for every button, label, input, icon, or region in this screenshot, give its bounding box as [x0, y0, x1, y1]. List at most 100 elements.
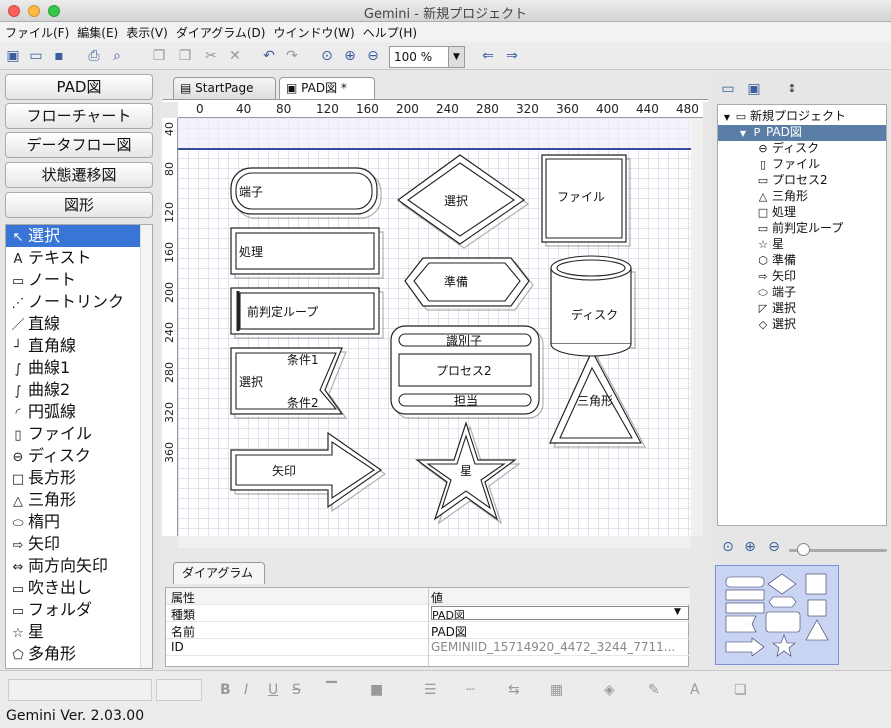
zoom-in-icon[interactable]: ⊕ [741, 538, 759, 556]
zoom-select[interactable]: 100 % ▼ [389, 46, 465, 68]
menu-view[interactable]: 表示(V) [121, 22, 171, 41]
chevron-down-icon[interactable]: ▼ [720, 110, 734, 125]
tool-list-scrollbar[interactable] [140, 225, 152, 668]
zoom-out-icon[interactable]: ⊖ [765, 538, 783, 556]
new-folder-icon[interactable]: ▭ [719, 80, 737, 98]
print-icon[interactable]: ⎙ [85, 47, 103, 65]
canvas-horizontal-scrollbar[interactable] [178, 536, 691, 548]
tree-item[interactable]: △ 三角形 [718, 189, 808, 205]
tool-item[interactable]: ⬠ 多角形 [6, 643, 142, 665]
tool-item[interactable]: ⋰ ノートリンク [6, 291, 142, 313]
shadow-icon[interactable]: ❏ [734, 682, 747, 698]
copy-icon[interactable]: ❐ [150, 47, 168, 65]
back-arrow-icon[interactable]: ⇐ [479, 47, 497, 65]
canvas-vertical-scrollbar[interactable] [691, 118, 703, 536]
tree-item[interactable]: ☆ 星 [718, 237, 784, 253]
menu-window[interactable]: ウインドウ(W) [268, 22, 357, 41]
chevron-down-icon[interactable]: ▼ [674, 607, 681, 617]
name-value[interactable]: PAD図 [431, 623, 689, 640]
sort-icon[interactable]: ↕ [783, 80, 801, 98]
tool-item[interactable]: ▭ フォルダ [6, 599, 142, 621]
chevron-down-icon[interactable]: ▼ [736, 126, 750, 141]
zoom-fit-icon[interactable]: ⊙ [719, 538, 737, 556]
zoom-slider-thumb[interactable] [797, 543, 810, 556]
bold-icon[interactable]: B [220, 682, 231, 698]
overview-minimap[interactable] [715, 565, 839, 665]
tab-startpage[interactable]: ▤ StartPage [173, 77, 276, 100]
category-shapes-button[interactable]: 図形 [5, 192, 153, 218]
strikethrough-icon[interactable]: S [292, 682, 301, 698]
line-color-icon[interactable]: ✎ [648, 682, 660, 698]
tree-item[interactable]: ⊖ ディスク [718, 141, 819, 157]
open-folder-icon[interactable]: ▭ [27, 47, 45, 65]
font-color-icon[interactable]: A [690, 682, 700, 698]
tree-item[interactable]: □ 処理 [718, 205, 796, 221]
arrow-style-icon[interactable]: ⇆ [508, 682, 520, 698]
category-dataflow-button[interactable]: データフロー図 [5, 132, 153, 158]
tool-item[interactable]: ▭ ノート [6, 269, 142, 291]
align-icon[interactable]: ▔ [326, 682, 337, 698]
category-state-button[interactable]: 状態遷移図 [5, 162, 153, 188]
tree-item[interactable]: ⬭ 端子 [718, 285, 796, 301]
tree-item[interactable]: ⇨ 矢印 [718, 269, 796, 285]
tool-item[interactable]: ⇨ 矢印 [6, 533, 142, 555]
tree-item[interactable]: ▼ P PAD図 [718, 125, 886, 141]
forward-arrow-icon[interactable]: ⇒ [503, 47, 521, 65]
delete-icon[interactable]: ✕ [226, 47, 244, 65]
underline-icon[interactable]: U [268, 682, 278, 698]
tool-item[interactable]: ◜ 円弧線 [6, 401, 142, 423]
zoom-out-icon[interactable]: ⊖ [364, 47, 382, 65]
category-flowchart-button[interactable]: フローチャート [5, 103, 153, 129]
tree-item[interactable]: ▭ プロセス2 [718, 173, 828, 189]
fill-color-icon[interactable]: ◈ [604, 682, 615, 698]
tool-item[interactable]: ▯ ファイル [6, 423, 142, 445]
tree-item[interactable]: ▼ ▭ 新規プロジェクト [720, 109, 846, 125]
font-size-select[interactable] [156, 679, 202, 701]
tree-item[interactable]: ▯ ファイル [718, 157, 820, 173]
new-diagram-icon[interactable]: ▣ [745, 80, 763, 98]
menu-diagram[interactable]: ダイアグラム(D) [171, 22, 269, 41]
tool-item[interactable]: ⇔ 両方向矢印 [6, 555, 142, 577]
tool-item[interactable]: □ 長方形 [6, 467, 142, 489]
fill-box-icon[interactable]: ■ [370, 682, 383, 698]
redo-icon[interactable]: ↷ [283, 47, 301, 65]
kind-select[interactable]: PAD図 [431, 606, 689, 620]
tool-item[interactable]: ／直線 [6, 313, 142, 335]
tool-item[interactable]: △ 三角形 [6, 489, 142, 511]
tool-item[interactable]: ∫ 曲線2 [6, 379, 142, 401]
save-icon[interactable]: ▪ [50, 47, 68, 65]
font-family-select[interactable] [8, 679, 152, 701]
tab-pad-diagram[interactable]: ▣ PAD図 * [279, 77, 375, 100]
tool-item[interactable]: ∫ 曲線1 [6, 357, 142, 379]
tool-item[interactable]: ↖ 選択 [6, 225, 142, 247]
menu-file[interactable]: ファイル(F) [0, 22, 72, 41]
tool-item[interactable]: ┘ 直角線 [6, 335, 142, 357]
menu-edit[interactable]: 編集(E) [72, 22, 121, 41]
print-preview-icon[interactable]: ⌕ [108, 47, 126, 65]
dash-style-icon[interactable]: ┄ [466, 682, 474, 698]
tool-item[interactable]: ▭ 吹き出し [6, 577, 142, 599]
tool-item[interactable]: A テキスト [6, 247, 142, 269]
cut-icon[interactable]: ✂ [202, 47, 220, 65]
category-pad-button[interactable]: PAD図 [5, 74, 153, 100]
menu-help[interactable]: ヘルプ(H) [358, 22, 420, 41]
tool-item[interactable]: ☆ 星 [6, 621, 142, 643]
zoom-in-icon[interactable]: ⊕ [341, 47, 359, 65]
chevron-down-icon[interactable]: ▼ [448, 47, 464, 67]
tree-item[interactable]: ⬡ 準備 [718, 253, 796, 269]
tab-diagram-properties[interactable]: ダイアグラム [173, 562, 265, 584]
tool-item[interactable]: ⊖ ディスク [6, 445, 142, 467]
tree-item[interactable]: ▭ 前判定ループ [718, 221, 843, 237]
paste-icon[interactable]: ❐ [176, 47, 194, 65]
undo-icon[interactable]: ↶ [260, 47, 278, 65]
line-style-icon[interactable]: ☰ [424, 682, 437, 698]
border-icon[interactable]: ▦ [550, 682, 563, 698]
new-diagram-icon[interactable]: ▣ [4, 47, 22, 65]
diagram-canvas[interactable]: 端子 処理 前判定ループ 選択 条件1 条件2 矢印 選択 準備 識別子 プロセ… [178, 118, 691, 536]
italic-icon[interactable]: I [244, 682, 248, 698]
shape-arrow[interactable] [230, 431, 383, 509]
tool-item[interactable]: ⬭ 楕円 [6, 511, 142, 533]
tree-item[interactable]: ◸ 選択 [718, 301, 796, 317]
tree-item[interactable]: ◇ 選択 [718, 317, 796, 333]
zoom-fit-icon[interactable]: ⊙ [318, 47, 336, 65]
